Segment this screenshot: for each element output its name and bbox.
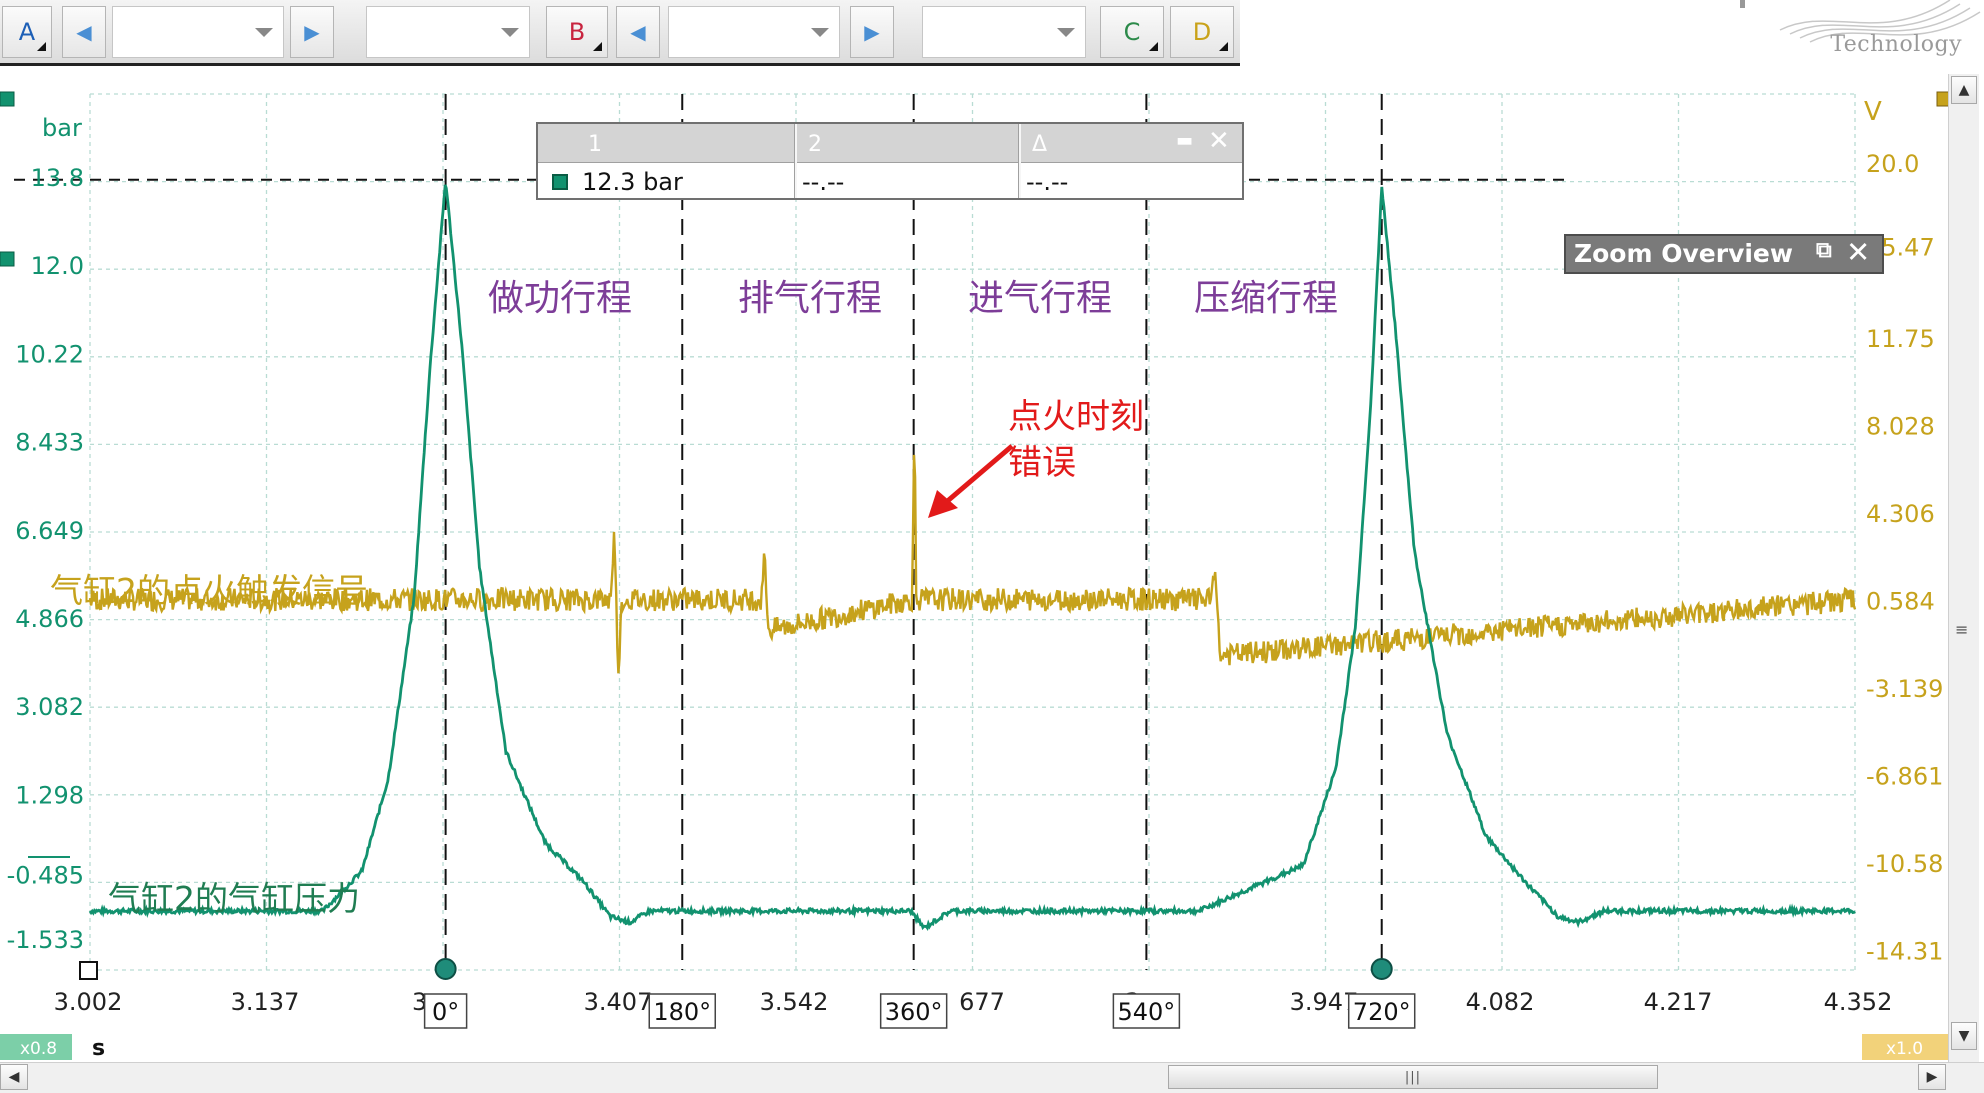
column-divider: [1018, 124, 1021, 198]
x-axis-tick-label: 4.217: [1644, 988, 1713, 1016]
scroll-right-button[interactable]: ▶: [1918, 1064, 1946, 1090]
x-axis-ticks: 3.0023.13733.4073.54267733.9474.0824.217…: [54, 988, 1893, 1016]
fault-label-line1: 点火时刻: [1008, 397, 1144, 437]
measurement-header: [538, 124, 1242, 163]
right-zoom-text: x1.0: [1886, 1039, 1923, 1059]
ruler-labels: 0° 180° 360° 540° 720°: [423, 993, 1416, 1029]
stroke-label-exhaust: 排气行程: [738, 278, 882, 319]
ruler-label: 720°: [1353, 998, 1411, 1026]
chevron-right-icon: ▶: [1926, 1069, 1938, 1085]
minimize-icon[interactable]: ▬: [1176, 130, 1193, 151]
thumb-grip-icon: |||: [1404, 1069, 1422, 1085]
left-axis-tick-label: 1.298: [15, 781, 84, 809]
ruler-label: 180°: [653, 998, 711, 1026]
chevron-left-icon: ◀: [8, 1069, 20, 1085]
left-axis-tick-label: 13.8: [31, 164, 84, 192]
x-axis-tick-label: 3.002: [54, 988, 123, 1016]
measurement-panel[interactable]: 1 2 Δ 12.3 bar --.-- --.-- ▬ ✕: [536, 122, 1244, 200]
grip-icon[interactable]: ≡: [1955, 620, 1968, 639]
measurement-value-1: 12.3 bar: [582, 168, 683, 196]
right-axis-tick-label: 8.028: [1866, 413, 1935, 441]
trigger-marker[interactable]: [79, 961, 98, 980]
pressure-label: 气缸2的气缸压力: [108, 879, 360, 918]
right-axis-tick-label: -14.31: [1866, 938, 1943, 966]
x-axis-tick-label: 4.352: [1824, 988, 1893, 1016]
ruler-label: 0°: [432, 998, 459, 1026]
close-icon[interactable]: ✕: [1846, 235, 1870, 269]
stroke-label-compression: 压缩行程: [1194, 278, 1338, 319]
zoom-overview-panel[interactable]: Zoom Overview ⧉ ✕: [1564, 234, 1884, 274]
measurement-col-delta: Δ: [1032, 132, 1048, 157]
right-axis-tick-label: -6.861: [1866, 763, 1943, 791]
x-axis-tick-label: 3.542: [760, 988, 829, 1016]
close-icon[interactable]: ✕: [1208, 126, 1230, 156]
left-zoom-text: x0.8: [20, 1039, 57, 1059]
grid: [89, 93, 1856, 971]
x-axis-unit: s: [92, 1036, 105, 1061]
x-axis-tick-label: 3.407: [584, 988, 653, 1016]
horizontal-scroll-thumb[interactable]: |||: [1168, 1065, 1658, 1089]
ruler-handle: [1370, 958, 1393, 980]
left-axis-tick-label: -0.485: [7, 862, 84, 890]
left-axis-tick-label: 12.0: [31, 252, 84, 280]
right-axis-tick-label: 11.75: [1866, 325, 1935, 353]
ruler-label: 540°: [1117, 998, 1175, 1026]
chevron-down-icon: ▼: [1958, 1028, 1970, 1044]
measurement-value-2: --.--: [802, 168, 845, 196]
right-axis-tick-label: 0.584: [1866, 588, 1935, 616]
ruler-handle: [434, 958, 457, 980]
scroll-down-button[interactable]: ▼: [1951, 1022, 1977, 1050]
right-axis-tick-label: -10.58: [1866, 850, 1943, 878]
left-axis-tick-label: 10.22: [15, 340, 84, 368]
fault-label-line2: 错误: [1008, 443, 1076, 483]
scroll-up-button[interactable]: ▲: [1951, 76, 1977, 104]
ruler-label: 360°: [885, 998, 943, 1026]
left-axis-tick-label: 6.649: [15, 517, 84, 545]
chevron-up-icon: ▲: [1958, 82, 1970, 98]
left-axis-tick-label: -1.533: [7, 926, 84, 954]
stroke-label-intake: 进气行程: [968, 278, 1112, 319]
measurement-col-2: 2: [808, 132, 822, 157]
zoom-overview-title: Zoom Overview: [1574, 239, 1793, 268]
right-axis-tick-label: -3.139: [1866, 675, 1943, 703]
x-axis-tick-label: 677: [959, 988, 1005, 1016]
x-axis-tick-label: 3.137: [231, 988, 300, 1016]
restore-icon[interactable]: ⧉: [1816, 238, 1832, 263]
stroke-label-power: 做功行程: [488, 278, 632, 319]
right-axis-tick-label: 20.0: [1866, 150, 1919, 178]
left-axis-tick-label: 8.433: [15, 429, 84, 457]
channel-b-marker[interactable]: [1936, 91, 1948, 107]
ref-marker-left[interactable]: [0, 251, 15, 267]
left-axis-tick-label: 3.082: [15, 693, 84, 721]
fault-arrow-icon: [942, 444, 1014, 506]
channel-a-marker[interactable]: [0, 91, 15, 107]
channel-a-swatch: [552, 174, 568, 190]
left-axis-ticks: 13.812.010.228.4336.6494.8663.0821.298-0…: [7, 164, 84, 954]
left-axis-unit: bar: [42, 114, 82, 142]
measurement-col-1: 1: [588, 132, 602, 157]
right-axis-unit: V: [1864, 97, 1882, 127]
ignition-signal-label: 气缸2的点火触发信号: [50, 571, 368, 610]
measurement-value-delta: --.--: [1026, 168, 1069, 196]
column-divider: [794, 124, 797, 198]
right-axis-tick-label: 4.306: [1866, 500, 1935, 528]
vertical-scrollbar[interactable]: ▲ ≡ ▼: [1948, 74, 1979, 1064]
scroll-left-button[interactable]: ◀: [0, 1064, 28, 1090]
horizontal-scrollbar[interactable]: ◀ ||| ▶: [0, 1062, 1984, 1093]
x-axis-tick-label: 4.082: [1466, 988, 1535, 1016]
